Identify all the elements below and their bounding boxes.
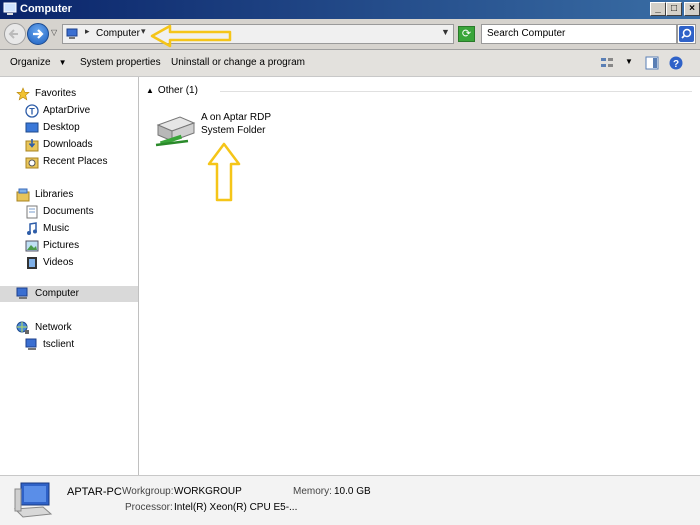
computer-label: Computer — [35, 288, 79, 299]
desktop-icon — [25, 122, 39, 133]
back-button[interactable] — [4, 23, 26, 45]
view-dropdown-icon[interactable]: ▼ — [625, 57, 633, 66]
memory-value: 10.0 GB — [334, 486, 371, 497]
computer-icon — [66, 28, 78, 39]
libraries-label: Libraries — [35, 189, 74, 200]
sidebar-item-videos[interactable]: Videos — [0, 255, 138, 271]
sidebar-item-recent-places[interactable]: Recent Places — [0, 154, 138, 170]
sidebar-item-label: Desktop — [43, 122, 80, 133]
computer-icon — [16, 287, 28, 299]
computer-name: APTAR-PC — [67, 486, 122, 498]
collapse-triangle-icon: ▲ — [146, 86, 154, 95]
downloads-icon — [25, 139, 39, 152]
breadcrumb-chevron-down-icon[interactable]: ▾ — [141, 26, 146, 37]
memory-label: Memory: — [293, 486, 332, 497]
sidebar-item-documents[interactable]: Documents — [0, 204, 138, 220]
workgroup-value: WORKGROUP — [174, 486, 242, 497]
computer-icon — [3, 2, 17, 15]
address-box[interactable]: ▸ Computer ▾ ▼ — [62, 24, 454, 44]
processor-label: Processor: — [125, 502, 173, 513]
processor-value: Intel(R) Xeon(R) CPU E5-... — [174, 502, 298, 513]
organize-button[interactable]: Organize ▼ — [10, 57, 67, 68]
system-properties-button[interactable]: System properties — [80, 57, 161, 68]
group-divider — [220, 91, 692, 92]
uninstall-program-button[interactable]: Uninstall or change a program — [171, 57, 305, 68]
view-options-icon[interactable] — [600, 56, 614, 70]
sidebar-item-label: Music — [43, 223, 70, 234]
recent-places-icon — [25, 157, 39, 169]
sidebar-item-network[interactable]: Network — [0, 320, 138, 336]
recent-pages-dropdown[interactable]: ▽ — [51, 28, 57, 37]
address-dropdown-icon[interactable]: ▼ — [441, 27, 450, 37]
sidebar-item-label: AptarDrive — [43, 105, 91, 116]
computer-icon — [13, 482, 53, 518]
navigation-pane: Favorites T AptarDrive Desktop Downloads… — [0, 77, 139, 475]
network-drive-icon — [155, 116, 196, 147]
sidebar-item-label: Pictures — [43, 240, 80, 251]
svg-text:?: ? — [673, 59, 679, 70]
sidebar-item-label: Downloads — [43, 139, 93, 150]
help-icon[interactable]: ? — [669, 56, 683, 70]
sidebar-item-desktop[interactable]: Desktop — [0, 120, 138, 136]
computer-icon — [25, 338, 37, 350]
minimize-button[interactable]: _ — [650, 2, 666, 16]
forward-button[interactable] — [27, 23, 49, 45]
sidebar-item-favorites[interactable]: Favorites — [0, 86, 138, 102]
title-bar: Computer _ □ × — [0, 0, 700, 19]
search-icon — [679, 26, 694, 42]
window-title: Computer — [20, 3, 72, 15]
sidebar-item-label: tsclient — [43, 339, 75, 350]
network-icon — [16, 321, 29, 334]
command-bar: Organize ▼ System properties Uninstall or… — [0, 50, 700, 77]
group-header-label: Other (1) — [157, 85, 198, 96]
svg-text:T: T — [29, 107, 35, 117]
search-input[interactable]: Search Computer — [481, 24, 677, 44]
close-button[interactable]: × — [684, 2, 700, 16]
drive-name: A on Aptar RDP — [201, 112, 272, 123]
workgroup-label: Workgroup: — [122, 486, 174, 497]
details-pane: APTAR-PC Workgroup: WORKGROUP Memory: 10… — [0, 475, 700, 525]
sidebar-item-label: Recent Places — [43, 156, 108, 167]
network-drive-item[interactable]: A on Aptar RDP System Folder — [152, 107, 282, 179]
file-list: ▲ Other (1) A on Aptar RDP System Folder — [140, 77, 700, 475]
chevron-down-icon: ▼ — [58, 58, 67, 67]
sidebar-item-pictures[interactable]: Pictures — [0, 238, 138, 254]
star-icon — [16, 87, 30, 101]
videos-icon — [27, 257, 37, 269]
sidebar-item-aptardrive[interactable]: T AptarDrive — [0, 103, 138, 119]
forward-arrow-icon — [33, 29, 44, 39]
address-bar-area: ▽ ▸ Computer ▾ ▼ ⟳ Search Computer — [0, 19, 700, 50]
network-label: Network — [35, 322, 72, 333]
aptardrive-icon: T — [25, 104, 39, 118]
breadcrumb-computer[interactable]: Computer — [96, 28, 140, 39]
music-icon — [27, 222, 37, 235]
libraries-icon — [16, 188, 30, 202]
search-button[interactable] — [677, 24, 696, 44]
sidebar-item-label: Videos — [43, 257, 74, 268]
sidebar-item-label: Documents — [43, 206, 94, 217]
refresh-button[interactable]: ⟳ — [458, 26, 475, 42]
sidebar-item-computer[interactable]: Computer — [0, 286, 138, 302]
sidebar-item-downloads[interactable]: Downloads — [0, 137, 138, 153]
preview-pane-icon[interactable] — [645, 56, 659, 70]
group-header-other[interactable]: ▲ Other (1) — [146, 85, 198, 96]
organize-label: Organize — [10, 57, 51, 68]
pictures-icon — [25, 240, 39, 252]
documents-icon — [26, 205, 38, 219]
drive-type: System Folder — [201, 125, 266, 136]
search-placeholder: Search Computer — [487, 28, 566, 39]
back-arrow-icon — [8, 29, 18, 39]
sidebar-item-libraries[interactable]: Libraries — [0, 187, 138, 203]
sidebar-item-tsclient[interactable]: tsclient — [0, 337, 138, 353]
favorites-label: Favorites — [35, 88, 77, 99]
breadcrumb-arrow-icon[interactable]: ▸ — [85, 26, 90, 37]
maximize-button[interactable]: □ — [666, 2, 682, 16]
sidebar-item-music[interactable]: Music — [0, 221, 138, 237]
